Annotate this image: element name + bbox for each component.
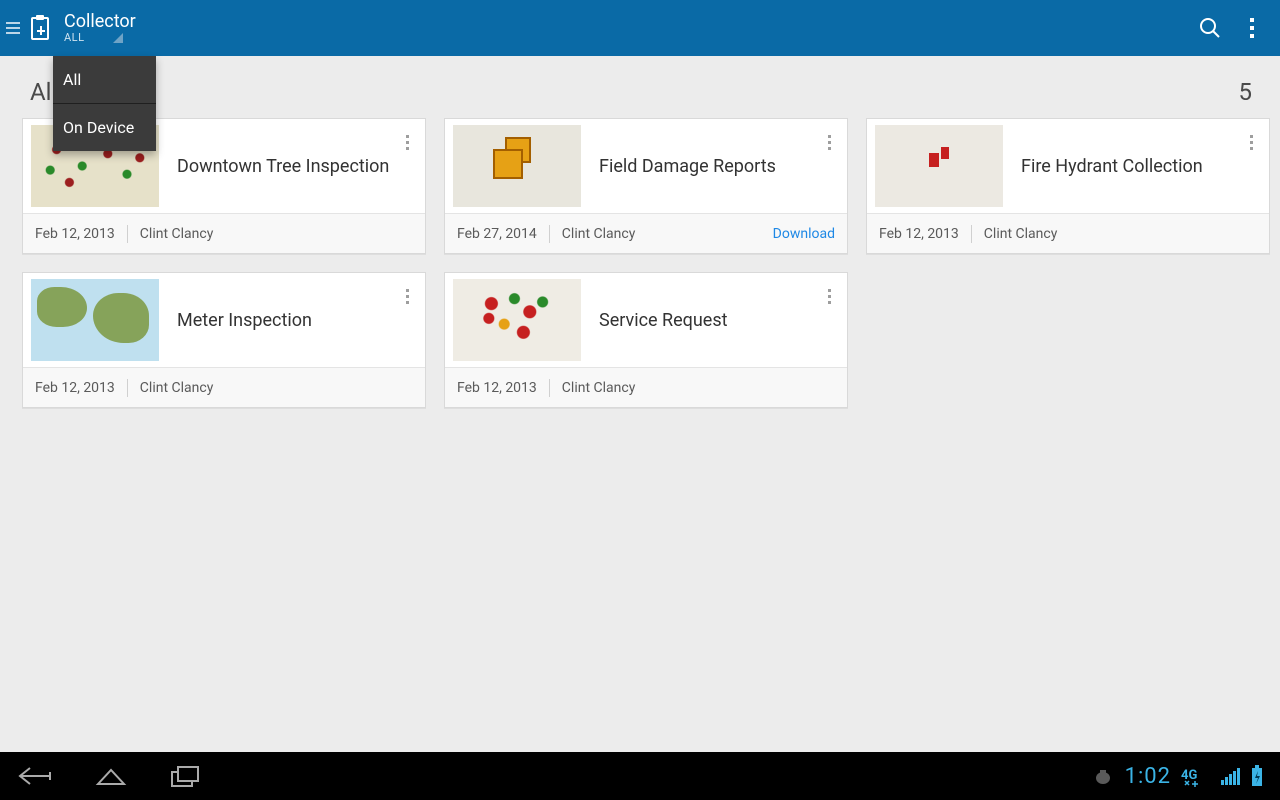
- map-date: Feb 27, 2014: [457, 226, 537, 242]
- map-title: Service Request: [599, 310, 728, 331]
- card-overflow-button[interactable]: [822, 283, 837, 310]
- map-author: Clint Clancy: [140, 226, 214, 242]
- recents-button[interactable]: [168, 764, 202, 788]
- map-date: Feb 12, 2013: [35, 380, 115, 396]
- search-icon: [1198, 16, 1222, 40]
- dropdown-item-all[interactable]: All: [53, 56, 156, 104]
- title-spinner[interactable]: Collector ALL: [64, 12, 136, 44]
- spinner-triangle-icon: [113, 33, 123, 43]
- map-title: Meter Inspection: [177, 310, 312, 331]
- section-count: 5: [1239, 78, 1253, 106]
- divider: [549, 379, 550, 397]
- map-author: Clint Clancy: [562, 380, 636, 396]
- svg-text:4G: 4G: [1181, 768, 1197, 783]
- map-grid: Downtown Tree Inspection Feb 12, 2013 Cl…: [22, 118, 1270, 408]
- app-title: Collector: [64, 12, 136, 32]
- network-4g-icon: 4G: [1181, 765, 1211, 787]
- filter-dropdown: All On Device: [53, 56, 156, 151]
- card-overflow-button[interactable]: [822, 129, 837, 156]
- overflow-menu-button[interactable]: [1238, 18, 1266, 38]
- map-thumbnail: [453, 279, 581, 361]
- card-overflow-button[interactable]: [400, 129, 415, 156]
- map-author: Clint Clancy: [140, 380, 214, 396]
- filter-subtitle: ALL: [64, 32, 85, 44]
- system-nav-bar: 1:02 4G: [0, 752, 1280, 800]
- status-area: 1:02 4G: [1091, 764, 1264, 789]
- download-link[interactable]: Download: [773, 226, 835, 242]
- action-bar: Collector ALL: [0, 0, 1280, 56]
- status-clock: 1:02: [1125, 764, 1171, 789]
- divider: [127, 225, 128, 243]
- map-author: Clint Clancy: [984, 226, 1058, 242]
- map-author: Clint Clancy: [562, 226, 636, 242]
- divider: [549, 225, 550, 243]
- map-thumbnail: [453, 125, 581, 207]
- map-date: Feb 12, 2013: [879, 226, 959, 242]
- back-button[interactable]: [16, 764, 54, 788]
- divider: [971, 225, 972, 243]
- battery-charging-icon: [1250, 765, 1264, 787]
- map-title: Downtown Tree Inspection: [177, 156, 389, 177]
- android-debug-icon: [1091, 766, 1115, 786]
- map-card[interactable]: Meter Inspection Feb 12, 2013 Clint Clan…: [22, 272, 426, 408]
- map-thumbnail: [31, 279, 159, 361]
- home-button[interactable]: [94, 764, 128, 788]
- card-overflow-button[interactable]: [400, 283, 415, 310]
- map-card[interactable]: Service Request Feb 12, 2013 Clint Clanc…: [444, 272, 848, 408]
- map-thumbnail: [875, 125, 1003, 207]
- map-date: Feb 12, 2013: [35, 226, 115, 242]
- map-card[interactable]: Field Damage Reports Feb 27, 2014 Clint …: [444, 118, 848, 254]
- card-overflow-button[interactable]: [1244, 129, 1259, 156]
- signal-icon: [1221, 768, 1240, 785]
- search-button[interactable]: [1182, 0, 1238, 56]
- map-title: Fire Hydrant Collection: [1021, 156, 1203, 177]
- map-card[interactable]: Fire Hydrant Collection Feb 12, 2013 Cli…: [866, 118, 1270, 254]
- content-area: All 5 Downtown Tree Inspection Feb 12, 2…: [0, 56, 1280, 752]
- map-date: Feb 12, 2013: [457, 380, 537, 396]
- dropdown-item-on-device[interactable]: On Device: [53, 104, 156, 151]
- nav-drawer-icon[interactable]: [4, 22, 22, 34]
- map-title: Field Damage Reports: [599, 156, 776, 177]
- divider: [127, 379, 128, 397]
- app-clipboard-icon[interactable]: [26, 14, 54, 42]
